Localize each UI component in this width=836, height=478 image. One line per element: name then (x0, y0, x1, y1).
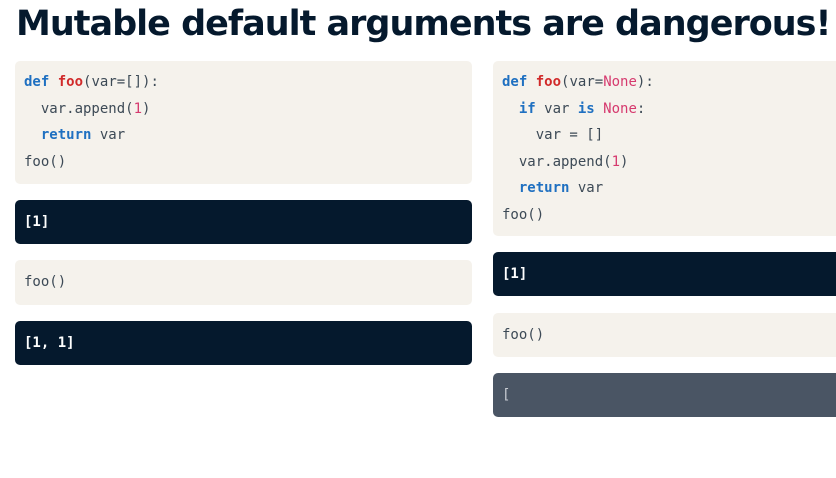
left-column: def foo(var=[]): var.append(1) return va… (15, 61, 472, 365)
code-line: if var is None: (502, 96, 827, 123)
code-text: : (636, 100, 646, 117)
function-name: foo (57, 74, 84, 90)
function-name: foo (535, 74, 562, 90)
keyword-is: is (577, 100, 595, 117)
right-column: def foo(var=None): if var is None: var =… (493, 61, 836, 417)
code-line: return var (24, 122, 463, 149)
code-block-mutable-default[interactable]: def foo(var=[]): var.append(1) return va… (15, 61, 472, 184)
keyword-return: return (518, 180, 570, 196)
code-line: def foo(var=[]): (24, 69, 463, 96)
code-block-call[interactable]: foo() (493, 313, 836, 357)
code-line: return var (502, 175, 827, 202)
keyword-return: return (40, 127, 92, 143)
code-text: ): (636, 74, 654, 90)
none-literal: None (603, 100, 637, 117)
code-text: foo() (24, 153, 67, 170)
code-text: var.append( (40, 100, 134, 117)
code-text: foo() (502, 327, 545, 343)
number-literal: 1 (611, 153, 621, 170)
code-line: foo() (24, 149, 463, 176)
code-text: (var= (561, 74, 604, 90)
keyword-def: def (502, 74, 528, 90)
code-block-none-default[interactable]: def foo(var=None): if var is None: var =… (493, 61, 836, 236)
code-line: var.append(1) (502, 149, 827, 176)
keyword-def: def (24, 74, 50, 90)
code-text: var.append( (518, 153, 612, 170)
code-line: def foo(var=None): (502, 69, 827, 96)
code-text: ) (620, 153, 629, 170)
code-text: var = [] (535, 127, 604, 143)
code-text: var (535, 100, 578, 117)
output-block: [1] (493, 252, 836, 296)
page-title: Mutable default arguments are dangerous! (16, 4, 831, 44)
code-text: foo() (502, 206, 545, 223)
output-block: [1] (15, 200, 472, 244)
code-block-call[interactable]: foo() (15, 260, 472, 305)
code-line: var = [] (502, 122, 827, 149)
none-literal: None (603, 74, 637, 90)
params: (var=[]): (83, 74, 159, 90)
code-text: foo() (24, 274, 67, 290)
output-block: [1, 1] (15, 321, 472, 365)
code-text: ) (142, 100, 151, 117)
number-literal: 1 (133, 100, 143, 117)
code-text: var (569, 180, 604, 196)
code-line: var.append(1) (24, 96, 463, 123)
code-line: foo() (502, 202, 827, 229)
code-text: var (91, 127, 126, 143)
output-block-loading: [ (493, 373, 836, 417)
keyword-if: if (518, 100, 536, 117)
